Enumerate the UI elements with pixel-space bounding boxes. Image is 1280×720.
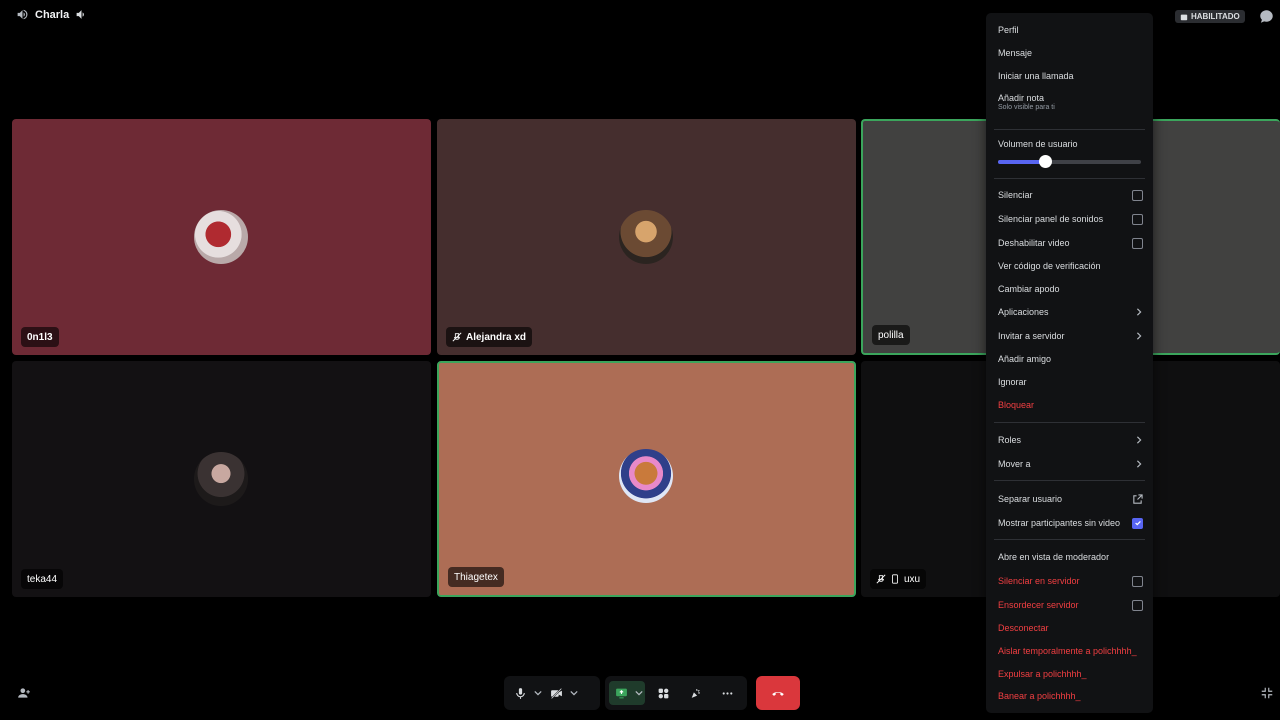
participant-name-tag: Thiagetex — [448, 567, 504, 587]
more-dots-icon — [722, 691, 732, 695]
camera-off-icon — [550, 687, 562, 699]
chat-bubble-icon[interactable] — [1259, 9, 1274, 24]
menu-item-show-non-video[interactable]: Mostrar participantes sin video — [998, 514, 1143, 532]
activities-button[interactable] — [651, 681, 675, 705]
menu-item-change-nickname[interactable]: Cambiar apodo — [998, 280, 1143, 298]
calendar-icon — [1180, 14, 1188, 20]
fullscreen-exit-icon[interactable] — [1260, 686, 1274, 700]
video-tile-alejandra[interactable]: Alejandra xd — [437, 119, 856, 355]
user-volume-slider[interactable] — [998, 155, 1141, 168]
channel-name: Charla — [35, 8, 70, 21]
menu-item-block[interactable]: Bloquear — [998, 396, 1143, 414]
channel-header[interactable]: Charla — [16, 8, 88, 21]
participant-name-tag: polilla — [872, 325, 910, 345]
mobile-phone-icon — [892, 574, 898, 584]
menu-item-add-note[interactable]: Añadir nota Solo visible para ti — [998, 89, 1143, 111]
menu-item-roles[interactable]: Roles — [998, 431, 1143, 449]
show-non-video-checkbox[interactable] — [1132, 517, 1143, 529]
soundboard-button[interactable] — [683, 681, 707, 705]
menu-item-moderator-view[interactable]: Abre en vista de moderador — [998, 548, 1143, 566]
chevron-down-icon — [534, 690, 542, 696]
menu-item-server-deafen[interactable]: Ensordecer servidor — [998, 596, 1143, 614]
video-tile-teka44[interactable]: teka44 — [12, 361, 431, 597]
menu-separator — [994, 129, 1145, 130]
chevron-right-icon — [1136, 436, 1142, 444]
participant-name-tag: Alejandra xd — [446, 327, 533, 347]
menu-item-server-mute[interactable]: Silenciar en servidor — [998, 572, 1143, 590]
volume-fill — [998, 160, 1046, 164]
disable-video-checkbox[interactable] — [1132, 237, 1143, 249]
menu-item-disable-video[interactable]: Deshabilitar video — [998, 234, 1143, 252]
chevron-right-icon — [1136, 460, 1142, 468]
screen-share-icon — [615, 688, 627, 698]
participant-name-tag: uxu — [870, 569, 927, 589]
screen-share-options-button[interactable] — [633, 681, 645, 705]
server-mute-checkbox[interactable] — [1132, 575, 1143, 587]
activity-controls — [605, 676, 747, 710]
camera-button[interactable] — [544, 681, 568, 705]
menu-separator — [994, 178, 1145, 179]
avatar — [619, 449, 673, 503]
invite-people-icon[interactable] — [17, 686, 31, 700]
avatar — [619, 210, 673, 264]
muted-mic-icon — [452, 332, 462, 342]
menu-item-pop-out-user[interactable]: Separar usuario — [998, 490, 1143, 508]
mute-checkbox[interactable] — [1132, 189, 1143, 201]
screen-share-button[interactable] — [609, 681, 633, 705]
chevron-down-icon — [570, 690, 578, 696]
menu-item-kick[interactable]: Expulsar a polichhhh_ — [998, 665, 1143, 683]
menu-item-apps[interactable]: Aplicaciones — [998, 303, 1143, 321]
menu-item-mute[interactable]: Silenciar — [998, 186, 1143, 204]
video-tile-0n1l3[interactable]: 0n1l3 — [12, 119, 431, 355]
server-deafen-checkbox[interactable] — [1132, 599, 1143, 611]
soundboard-icon — [691, 688, 700, 698]
microphone-options-button[interactable] — [532, 681, 544, 705]
status-badge-label: HABILITADO — [1191, 12, 1240, 21]
camera-options-button[interactable] — [568, 681, 580, 705]
status-badge[interactable]: HABILITADO — [1175, 10, 1245, 23]
menu-item-add-friend[interactable]: Añadir amigo — [998, 350, 1143, 368]
more-options-button[interactable] — [715, 681, 739, 705]
menu-item-ignore[interactable]: Ignorar — [998, 373, 1143, 391]
volume-icon — [76, 10, 85, 19]
muted-mic-icon — [876, 574, 886, 584]
menu-item-invite-to-server[interactable]: Invitar a servidor — [998, 327, 1143, 345]
chevron-down-icon — [635, 690, 643, 696]
chevron-right-icon — [1136, 308, 1142, 316]
disconnect-call-button[interactable] — [756, 676, 800, 710]
participant-name-tag: 0n1l3 — [21, 327, 59, 347]
menu-item-ban[interactable]: Banear a polichhhh_ — [998, 687, 1143, 705]
menu-separator — [994, 539, 1145, 540]
menu-item-timeout[interactable]: Aislar temporalmente a polichhhh_ — [998, 642, 1143, 660]
participant-name-tag: teka44 — [21, 569, 64, 589]
menu-item-disconnect[interactable]: Desconectar — [998, 619, 1143, 637]
menu-item-message[interactable]: Mensaje — [998, 44, 1143, 62]
note-hint: Solo visible para ti — [998, 104, 1055, 111]
speaker-icon — [17, 9, 28, 20]
microphone-button[interactable] — [508, 681, 532, 705]
user-context-menu: Perfil Mensaje Iniciar una llamada Añadi… — [986, 13, 1153, 713]
external-window-icon — [1133, 493, 1143, 504]
microphone-icon — [515, 687, 525, 699]
menu-item-start-call[interactable]: Iniciar una llamada — [998, 67, 1143, 85]
activities-icon — [658, 688, 668, 698]
video-tile-thiagetex[interactable]: Thiagetex — [437, 361, 856, 597]
menu-item-verification-code[interactable]: Ver código de verificación — [998, 257, 1143, 275]
hang-up-icon — [772, 691, 784, 696]
menu-separator — [994, 422, 1145, 423]
menu-item-mute-soundboard[interactable]: Silenciar panel de sonidos — [998, 210, 1143, 228]
avatar — [194, 452, 248, 506]
menu-item-profile[interactable]: Perfil — [998, 21, 1143, 39]
chevron-right-icon — [1136, 332, 1142, 340]
check-icon — [1134, 520, 1141, 526]
volume-slider-handle[interactable] — [1039, 155, 1053, 168]
menu-item-move-to[interactable]: Mover a — [998, 455, 1143, 473]
mute-soundboard-checkbox[interactable] — [1132, 213, 1143, 225]
user-volume-label: Volumen de usuario — [998, 139, 1078, 149]
avatar — [194, 210, 248, 264]
menu-separator — [994, 480, 1145, 481]
voice-controls — [504, 676, 600, 710]
